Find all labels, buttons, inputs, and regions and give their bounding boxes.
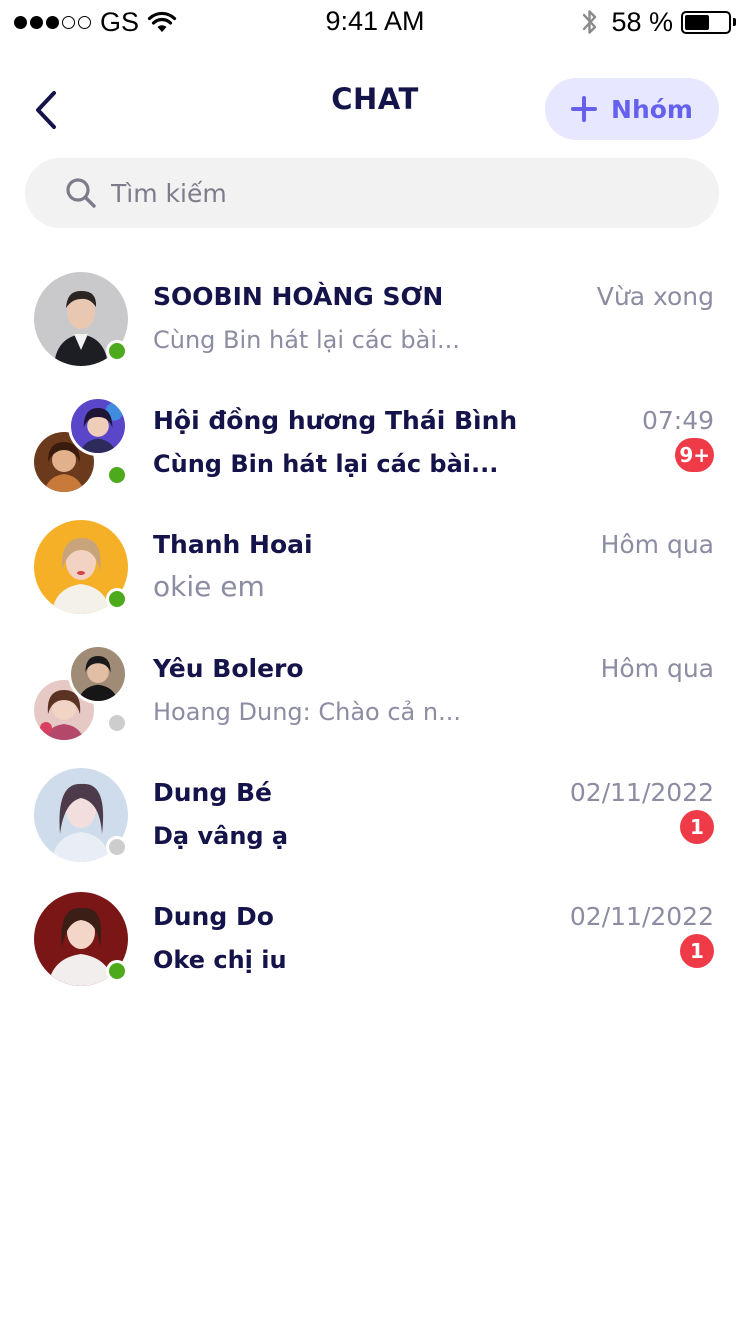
chat-item[interactable]: Dung Bé Dạ vâng ạ 02/11/2022 1 [0,756,750,878]
battery-tip [733,18,736,26]
plus-icon [571,96,598,122]
avatar [34,272,130,368]
chat-preview: okie em [153,570,265,603]
chat-item[interactable]: Thanh Hoai okie em Hôm qua [0,508,750,630]
avatar [34,520,130,616]
chat-preview: Cùng Bin hát lại các bài... [153,450,499,478]
offline-status-indicator [106,836,128,858]
header: CHAT Nhóm [0,60,750,156]
chat-item[interactable]: Dung Do Oke chị iu 02/11/2022 1 [0,880,750,1002]
chat-item[interactable]: Yêu Bolero Hoang Dung: Chào cả n... Hôm … [0,632,750,754]
online-status-indicator [106,464,128,486]
chat-name: SOOBIN HOÀNG SƠN [153,282,444,311]
chat-time: Hôm qua [600,530,714,559]
unread-count-badge: 1 [680,934,714,968]
battery-percent: 58 % [611,6,673,37]
chat-name: Dung Do [153,902,274,931]
chat-preview: Dạ vâng ạ [153,822,289,850]
chat-name: Hội đồng hương Thái Bình [153,406,518,435]
avatar [34,892,130,988]
search-icon [66,178,96,208]
chat-preview: Oke chị iu [153,946,287,974]
unread-count-badge: 9+ [675,438,714,472]
chat-name: Dung Bé [153,778,272,807]
avatar [34,768,130,864]
chat-list: SOOBIN HOÀNG SƠN Cùng Bin hát lại các bà… [0,260,750,1002]
chat-time: Vừa xong [596,282,714,311]
search-bar[interactable] [25,158,719,228]
chat-item[interactable]: Hội đồng hương Thái Bình Cùng Bin hát lạ… [0,384,750,506]
battery-fill [685,14,710,30]
offline-status-indicator [106,712,128,734]
online-status-indicator [106,588,128,610]
create-group-label: Nhóm [611,94,693,124]
chat-time: 07:49 [641,406,714,435]
chat-preview: Cùng Bin hát lại các bài... [153,326,460,354]
avatar-image [68,396,128,456]
chat-name: Yêu Bolero [153,654,304,683]
unread-count-badge: 1 [680,810,714,844]
online-status-indicator [106,340,128,362]
chat-time: 02/11/2022 [569,778,714,807]
battery-indicator: 58 % [581,6,736,38]
bluetooth-icon [583,10,597,34]
create-group-button[interactable]: Nhóm [545,78,719,140]
group-avatar [34,396,130,492]
chat-item[interactable]: SOOBIN HOÀNG SƠN Cùng Bin hát lại các bà… [0,260,750,382]
chat-preview: Hoang Dung: Chào cả n... [153,698,461,726]
battery-icon [681,10,731,34]
chat-time: 02/11/2022 [569,902,714,931]
online-status-indicator [106,960,128,982]
status-bar: GS 9:41 AM 58 % [0,0,750,44]
avatar-image [68,644,128,704]
chat-time: Hôm qua [600,654,714,683]
search-input[interactable] [111,178,671,208]
group-avatar [34,644,130,740]
chat-name: Thanh Hoai [153,530,313,559]
